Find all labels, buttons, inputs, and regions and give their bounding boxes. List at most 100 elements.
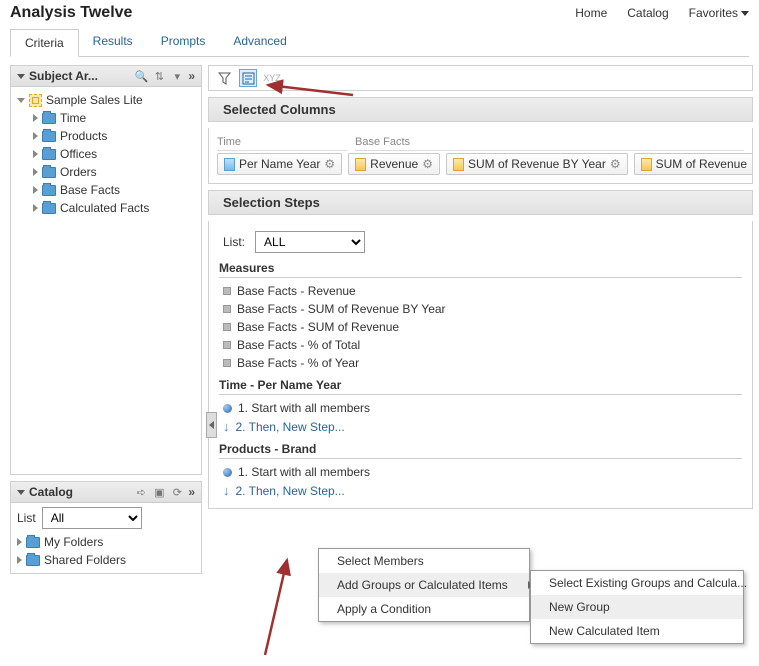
chevron-right-icon[interactable]: » bbox=[188, 485, 195, 499]
step-row: 1. Start with all members bbox=[219, 399, 742, 417]
nav-catalog[interactable]: Catalog bbox=[627, 6, 668, 20]
step-dot-icon bbox=[223, 404, 232, 413]
menu-select-members[interactable]: Select Members bbox=[319, 549, 529, 573]
down-arrow-icon: ↓ bbox=[223, 419, 230, 434]
forward-icon[interactable]: ➪ bbox=[134, 485, 148, 499]
tree-item[interactable]: Base Facts bbox=[33, 181, 197, 199]
menu-select-existing[interactable]: Select Existing Groups and Calcula... bbox=[531, 571, 743, 595]
expand-icon bbox=[33, 186, 38, 194]
folder-icon bbox=[42, 185, 56, 196]
tab-results[interactable]: Results bbox=[79, 28, 147, 56]
expand-icon bbox=[17, 556, 22, 564]
collapse-icon[interactable] bbox=[17, 74, 25, 79]
filter-icon[interactable] bbox=[215, 69, 233, 87]
gear-icon[interactable]: ⚙ bbox=[324, 157, 335, 171]
measure-row: Base Facts - Revenue bbox=[219, 282, 742, 300]
menu-add-groups[interactable]: Add Groups or Calculated Items bbox=[319, 573, 529, 597]
bullet-icon bbox=[223, 287, 231, 295]
group-basefacts-label: Base Facts bbox=[355, 136, 744, 151]
expand-icon bbox=[17, 98, 25, 103]
tree-item[interactable]: Offices bbox=[33, 145, 197, 163]
menu-new-group[interactable]: New Group bbox=[531, 595, 743, 619]
products-heading: Products - Brand bbox=[219, 442, 742, 459]
expand-icon bbox=[33, 168, 38, 176]
step-row[interactable]: ↓ 2. Then, New Step... bbox=[219, 481, 742, 500]
catalog-list-select[interactable]: All bbox=[42, 507, 142, 529]
catalog-panel: Catalog ➪ ▣ ⟳ » List All My Folders Shar… bbox=[10, 481, 202, 574]
steps-list-label: List: bbox=[223, 235, 245, 249]
gear-icon[interactable]: ⚙ bbox=[751, 157, 753, 171]
selected-columns-body: Time Base Facts Per Name Year⚙ Revenue⚙ … bbox=[208, 128, 753, 184]
then-new-step-link: 2. Then, New Step... bbox=[236, 484, 345, 498]
nav-home[interactable]: Home bbox=[575, 6, 607, 20]
column-pill[interactable]: Per Name Year⚙ bbox=[217, 153, 342, 175]
bullet-icon bbox=[223, 359, 231, 367]
tree-item[interactable]: My Folders bbox=[17, 533, 195, 551]
folder-icon bbox=[42, 131, 56, 142]
time-heading: Time - Per Name Year bbox=[219, 378, 742, 395]
folder-icon bbox=[26, 537, 40, 548]
chevron-down-icon bbox=[741, 11, 749, 16]
expand-icon bbox=[17, 538, 22, 546]
tree-root[interactable]: Sample Sales Lite bbox=[17, 91, 197, 109]
measure-row: Base Facts - SUM of Revenue BY Year bbox=[219, 300, 742, 318]
folder-icon bbox=[42, 203, 56, 214]
catalog-title: Catalog bbox=[29, 485, 130, 499]
tree-item[interactable]: Shared Folders bbox=[17, 551, 195, 569]
xyz-icon[interactable]: XYZ bbox=[263, 69, 281, 87]
step-row: 1. Start with all members bbox=[219, 463, 742, 481]
menu-new-calc-item[interactable]: New Calculated Item bbox=[531, 619, 743, 643]
expand-icon bbox=[33, 132, 38, 140]
tree-item[interactable]: Time bbox=[33, 109, 197, 127]
dimension-icon bbox=[224, 158, 235, 171]
group-time-label: Time bbox=[217, 136, 347, 151]
menu-apply-condition[interactable]: Apply a Condition bbox=[319, 597, 529, 621]
tabs: Criteria Results Prompts Advanced bbox=[10, 28, 749, 57]
tree-item[interactable]: Products bbox=[33, 127, 197, 145]
folder-icon bbox=[42, 113, 56, 124]
selected-columns-header: Selected Columns bbox=[208, 97, 753, 122]
tab-prompts[interactable]: Prompts bbox=[147, 28, 220, 56]
step-row[interactable]: ↓2. Then, New Step... bbox=[219, 417, 742, 436]
subject-areas-title: Subject Ar... bbox=[29, 69, 130, 83]
nav-favorites[interactable]: Favorites bbox=[689, 6, 749, 20]
tree-item[interactable]: Calculated Facts bbox=[33, 199, 197, 217]
subject-areas-panel: Subject Ar... 🔍 ⇅ ▾ » Sample Sales Lite … bbox=[10, 65, 202, 475]
step-dot-icon bbox=[223, 468, 232, 477]
tree-item[interactable]: Orders bbox=[33, 163, 197, 181]
measure-row: Base Facts - % of Total bbox=[219, 336, 742, 354]
splitter-handle[interactable] bbox=[206, 412, 217, 438]
tab-criteria[interactable]: Criteria bbox=[10, 29, 79, 57]
column-pill[interactable]: SUM of Revenue BY Year⚙ bbox=[446, 153, 628, 175]
folder-icon bbox=[42, 149, 56, 160]
folder-icon bbox=[42, 167, 56, 178]
context-menu: Select Members Add Groups or Calculated … bbox=[318, 548, 530, 622]
column-pill[interactable]: SUM of Revenue⚙ bbox=[634, 153, 753, 175]
gear-icon[interactable]: ⚙ bbox=[610, 157, 621, 171]
sort-icon[interactable]: ⇅ bbox=[152, 69, 166, 83]
page-title: Analysis Twelve bbox=[10, 4, 132, 22]
save-icon[interactable]: ▣ bbox=[152, 485, 166, 499]
down-arrow-icon: ↓ bbox=[223, 483, 230, 498]
context-submenu: Select Existing Groups and Calcula... Ne… bbox=[530, 570, 744, 644]
gear-icon[interactable]: ⚙ bbox=[422, 157, 433, 171]
refresh-icon[interactable]: ⟳ bbox=[170, 485, 184, 499]
search-icon[interactable]: 🔍 bbox=[134, 69, 148, 83]
expand-icon bbox=[33, 114, 38, 122]
collapse-icon[interactable] bbox=[17, 490, 25, 495]
top-nav: Home Catalog Favorites bbox=[575, 6, 749, 20]
bullet-icon bbox=[223, 323, 231, 331]
cube-icon bbox=[29, 94, 42, 107]
tab-advanced[interactable]: Advanced bbox=[219, 28, 300, 56]
measure-icon bbox=[641, 158, 652, 171]
measure-row: Base Facts - SUM of Revenue bbox=[219, 318, 742, 336]
column-pill[interactable]: Revenue⚙ bbox=[348, 153, 440, 175]
selection-steps-body: List: ALL Measures Base Facts - Revenue … bbox=[208, 221, 753, 509]
measure-icon bbox=[453, 158, 464, 171]
menu-down-icon[interactable]: ▾ bbox=[170, 69, 184, 83]
selection-steps-icon[interactable] bbox=[239, 69, 257, 87]
folder-icon bbox=[26, 555, 40, 566]
steps-list-select[interactable]: ALL bbox=[255, 231, 365, 253]
expand-icon bbox=[33, 204, 38, 212]
chevron-right-icon[interactable]: » bbox=[188, 69, 195, 83]
